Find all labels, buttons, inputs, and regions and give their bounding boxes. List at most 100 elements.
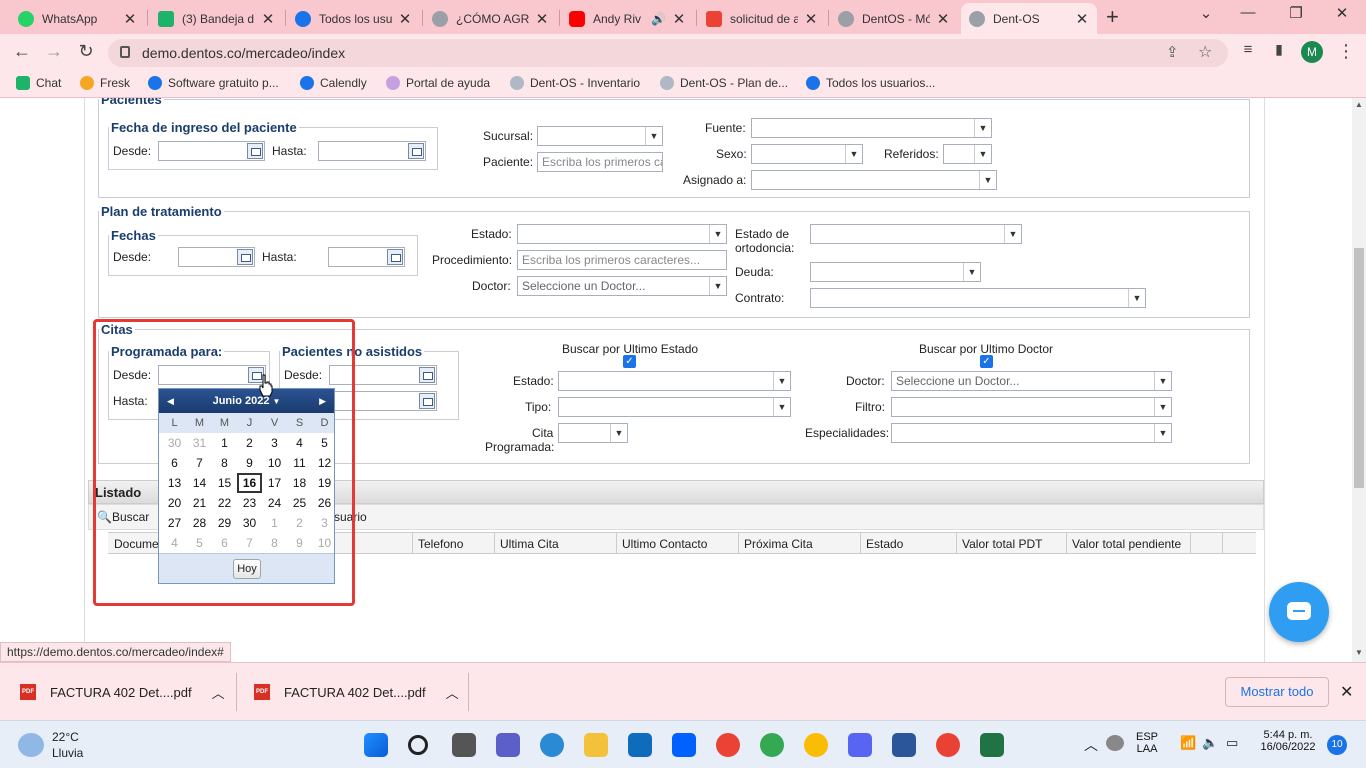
prev-month-icon[interactable]: ◀ <box>167 389 174 413</box>
chrome-profile-icon[interactable] <box>760 733 784 757</box>
chevron-up-icon[interactable]: ︿ <box>1084 735 1098 755</box>
day-cell[interactable]: 4 <box>287 433 312 453</box>
tab-como-agregar[interactable]: ¿CÓMO AGRE ✕ <box>424 3 557 34</box>
procedimiento-input[interactable]: Escriba los primeros caracteres... <box>517 250 727 270</box>
fecha-ingreso-desde-input[interactable] <box>158 141 265 161</box>
bookmark-inventario[interactable]: Dent-OS - Inventario <box>510 76 640 90</box>
filtro-select[interactable]: ▼ <box>891 397 1172 417</box>
asignado-select[interactable]: ▼ <box>751 170 997 190</box>
minimize-button[interactable]: — <box>1228 4 1268 21</box>
plan-doctor-select[interactable]: Seleccione un Doctor... ▼ <box>517 276 727 296</box>
close-icon[interactable]: ✕ <box>398 10 412 28</box>
col-estado[interactable]: Estado <box>866 537 903 551</box>
day-cell[interactable]: 28 <box>187 513 212 533</box>
day-cell[interactable]: 15 <box>212 473 237 493</box>
notifications-badge[interactable]: 10 <box>1327 735 1347 755</box>
word-icon[interactable] <box>892 733 916 757</box>
weather-desc[interactable]: Lluvia <box>52 746 83 760</box>
download-item[interactable]: PDF FACTURA 402 Det....pdf ︿ <box>254 677 459 707</box>
forward-button[interactable]: → <box>42 41 66 62</box>
estado-ortodoncia-select[interactable]: ▼ <box>810 224 1022 244</box>
file-explorer-icon[interactable] <box>584 733 608 757</box>
close-icon[interactable]: ✕ <box>261 10 275 28</box>
col-proxima-cita[interactable]: Próxima Cita <box>744 537 813 551</box>
tab-dentos-modulo[interactable]: DentOS - Mó ✕ <box>830 3 958 34</box>
day-cell[interactable]: 2 <box>287 513 312 533</box>
day-cell[interactable]: 31 <box>187 433 212 453</box>
close-window-button[interactable]: ✕ <box>1322 4 1362 22</box>
calendar-icon[interactable] <box>408 143 424 159</box>
deuda-select[interactable]: ▼ <box>810 262 981 282</box>
url-text[interactable]: demo.dentos.co/mercadeo/index <box>142 45 345 61</box>
language-indicator[interactable]: ESP LAA <box>1136 731 1158 755</box>
chevron-up-icon[interactable]: ︿ <box>212 683 225 702</box>
profile-avatar[interactable]: M <box>1301 41 1323 63</box>
day-cell[interactable]: 1 <box>262 513 287 533</box>
fecha-ingreso-hasta-input[interactable] <box>318 141 426 161</box>
day-cell[interactable]: 19 <box>312 473 337 493</box>
tab-dent-os-active[interactable]: Dent-OS ✕ <box>961 3 1097 34</box>
back-button[interactable]: ← <box>10 41 34 62</box>
day-cell[interactable]: 9 <box>237 453 262 473</box>
chrome-alt-icon[interactable] <box>936 733 960 757</box>
day-cell[interactable]: 22 <box>212 493 237 513</box>
day-cell[interactable]: 3 <box>312 513 337 533</box>
day-cell[interactable]: 5 <box>312 433 337 453</box>
day-cell[interactable]: 20 <box>162 493 187 513</box>
day-cell[interactable]: 3 <box>262 433 287 453</box>
day-cell[interactable]: 11 <box>287 453 312 473</box>
day-cell[interactable]: 30 <box>162 433 187 453</box>
scrollbar-thumb[interactable] <box>1354 248 1364 488</box>
sucursal-select[interactable]: ▼ <box>537 126 663 146</box>
cita-programada-select[interactable]: ▼ <box>558 423 628 443</box>
menu-icon[interactable]: ⋮ <box>1334 41 1358 62</box>
tab-bandeja[interactable]: (3) Bandeja d ✕ <box>150 3 283 34</box>
day-cell[interactable]: 21 <box>187 493 212 513</box>
tab-youtube[interactable]: Andy Riv 🔊 ✕ <box>561 3 694 34</box>
day-cell[interactable]: 18 <box>287 473 312 493</box>
chrome-active-icon[interactable] <box>804 733 828 757</box>
chrome-icon[interactable] <box>716 733 740 757</box>
side-panel-icon[interactable]: ▮ <box>1267 41 1291 58</box>
day-cell[interactable]: 9 <box>287 533 312 553</box>
chevron-up-icon[interactable]: ︿ <box>446 683 459 702</box>
task-view-icon[interactable] <box>452 733 476 757</box>
day-cell[interactable]: 7 <box>237 533 262 553</box>
day-cell[interactable]: 30 <box>237 513 262 533</box>
media-control-icon[interactable]: ≡ <box>1236 41 1260 58</box>
datepicker[interactable]: ◀ Junio 2022 ▼ ▶ LMMJVSD 30 31 1 2 3 4 5 6 7 8 9 10… <box>158 388 335 584</box>
bookmark-plan[interactable]: Dent-OS - Plan de... <box>660 76 788 90</box>
day-cell-today[interactable]: 16 <box>237 473 262 493</box>
address-bar[interactable]: demo.dentos.co/mercadeo/index ⇪ ☆ <box>108 39 1228 67</box>
discord-icon[interactable] <box>848 733 872 757</box>
page-scrollbar[interactable]: ▲ ▼ <box>1352 98 1366 662</box>
day-cell[interactable]: 5 <box>187 533 212 553</box>
bookmark-software[interactable]: Software gratuito p... <box>148 76 279 90</box>
plan-hasta-input[interactable] <box>328 247 405 267</box>
dropbox-icon[interactable] <box>672 733 696 757</box>
contrato-select[interactable]: ▼ <box>810 288 1146 308</box>
tab-gmail[interactable]: solicitud de a ✕ <box>698 3 826 34</box>
bookmark-usuarios[interactable]: Todos los usuarios... <box>806 76 935 90</box>
battery-icon[interactable]: ▭ <box>1226 735 1238 751</box>
day-cell[interactable]: 10 <box>312 533 337 553</box>
scroll-up-icon[interactable]: ▲ <box>1355 100 1363 109</box>
weather-temp[interactable]: 22°C <box>52 730 79 744</box>
close-icon[interactable]: ✕ <box>804 10 818 28</box>
col-valor-total-pdt[interactable]: Valor total PDT <box>962 537 1042 551</box>
plan-desde-input[interactable] <box>178 247 255 267</box>
day-cell[interactable]: 12 <box>312 453 337 473</box>
bookmark-calendly[interactable]: Calendly <box>300 76 367 90</box>
excel-icon[interactable] <box>980 733 1004 757</box>
especialidades-select[interactable]: ▼ <box>891 423 1172 443</box>
day-cell[interactable]: 25 <box>287 493 312 513</box>
day-cell[interactable]: 1 <box>212 433 237 453</box>
speaker-icon[interactable]: 🔊 <box>651 12 666 26</box>
chevron-down-icon[interactable]: ▼ <box>273 397 281 406</box>
chat-widget-button[interactable] <box>1269 582 1329 642</box>
close-icon[interactable]: ✕ <box>936 10 950 28</box>
day-cell[interactable]: 10 <box>262 453 287 473</box>
day-cell[interactable]: 14 <box>187 473 212 493</box>
reload-button[interactable]: ↻ <box>74 41 98 62</box>
plan-estado-select[interactable]: ▼ <box>517 224 727 244</box>
